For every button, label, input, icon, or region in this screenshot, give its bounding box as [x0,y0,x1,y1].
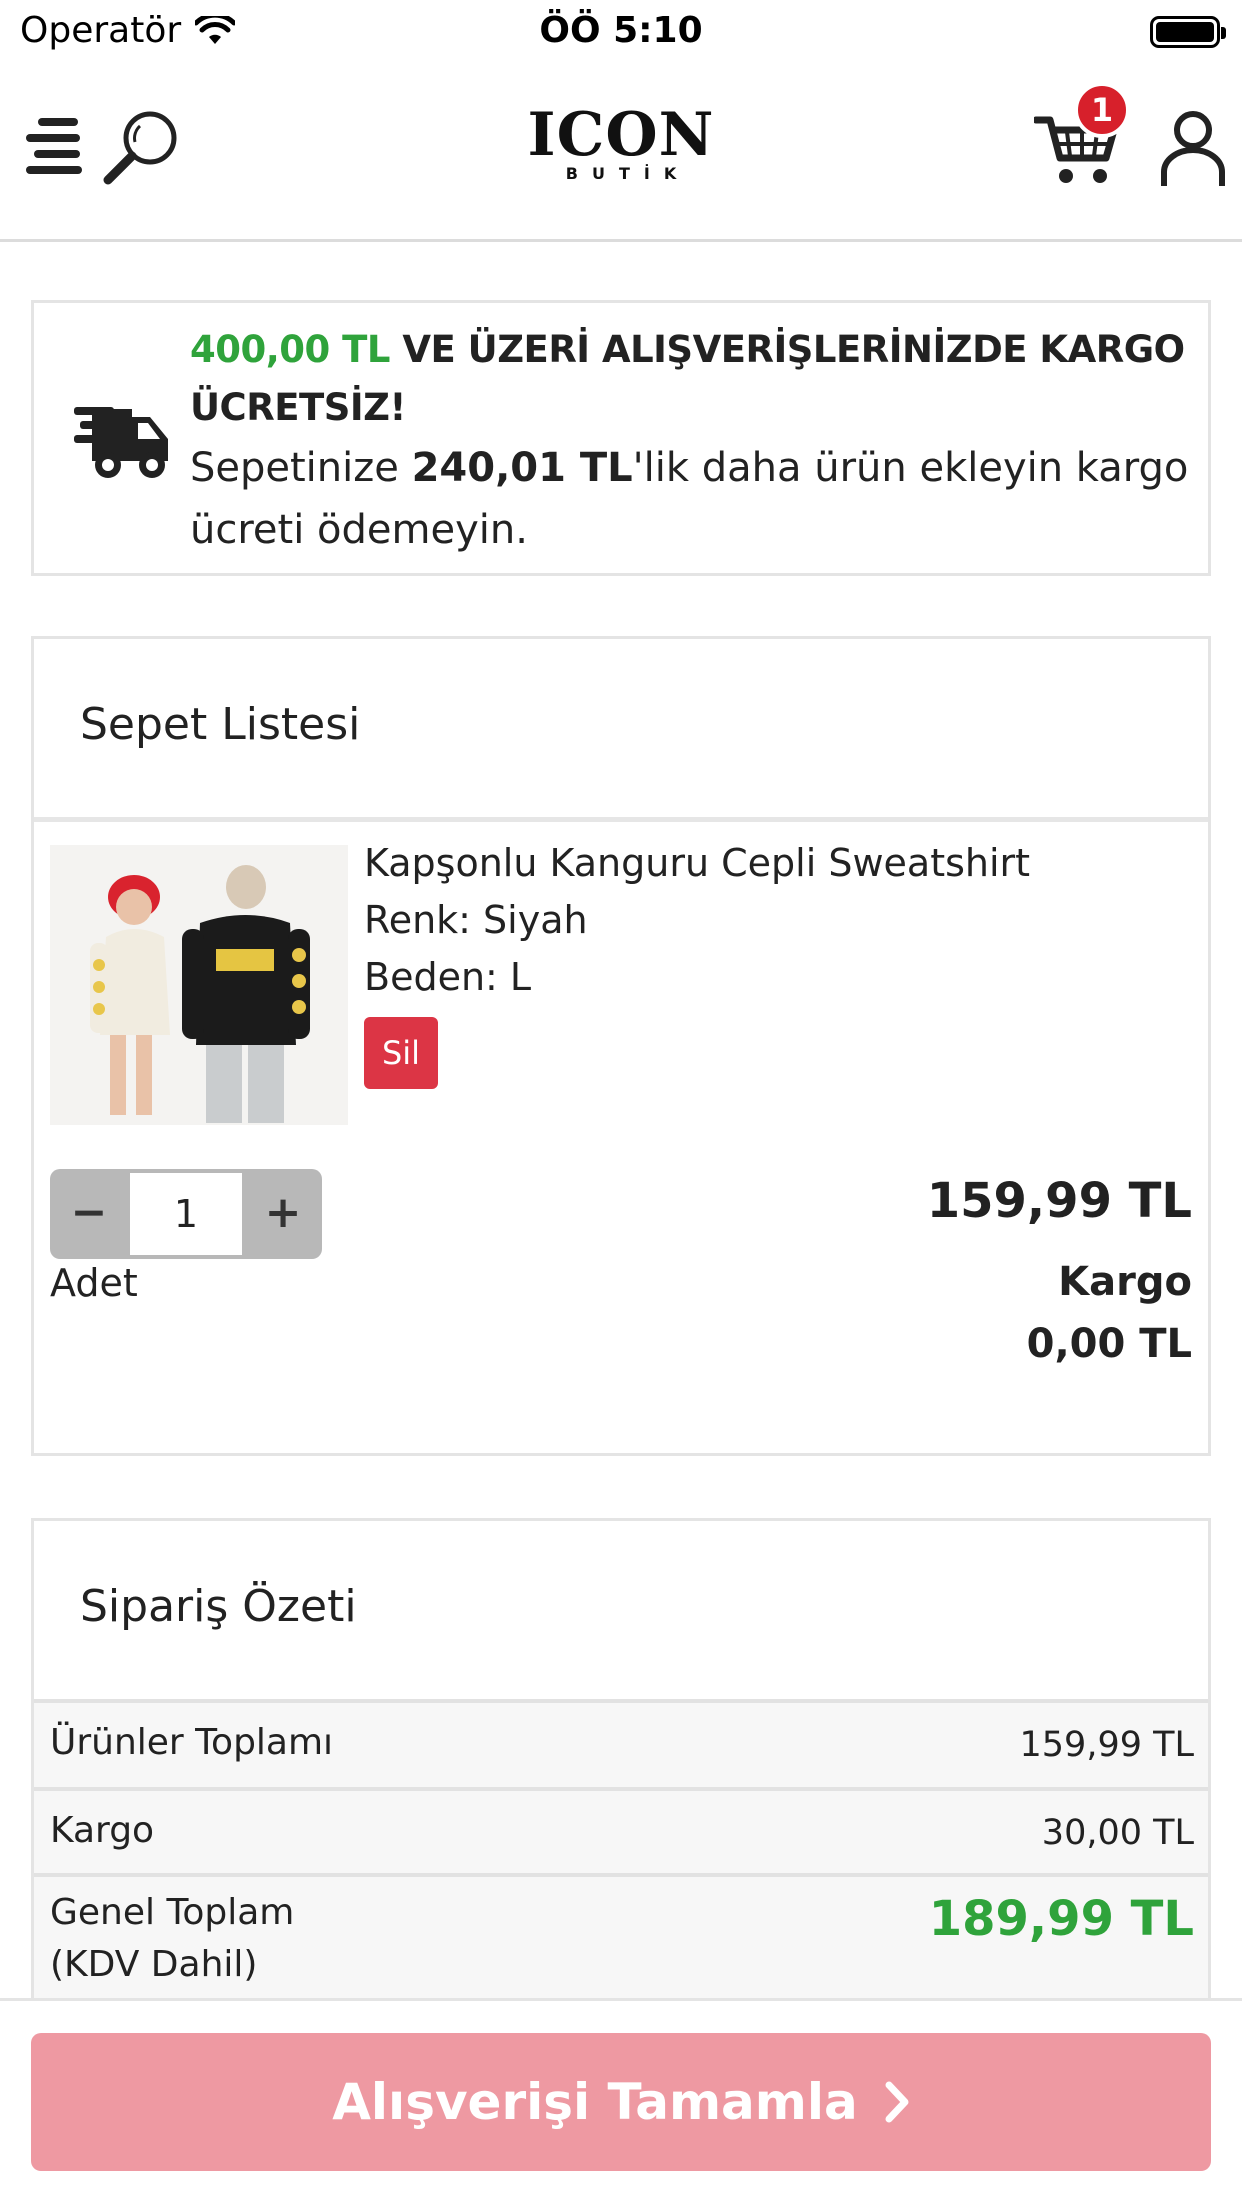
free-shipping-headline: 400,00 TL VE ÜZERİ ALIŞVERİŞLERİNİZDE KA… [190,321,1190,437]
quantity-label: Adet [50,1261,138,1305]
grand-total-label: Genel Toplam (KDV Dahil) [50,1892,295,1985]
product-info: Kapşonlu Kanguru Cepli Sweatshirt Renk: … [364,835,1030,1006]
grand-total-value: 189,99 TL [928,1891,1194,1947]
quantity-input[interactable]: 1 [130,1173,242,1255]
products-total-value: 159,99 TL [1019,1725,1194,1765]
remaining-amount: 240,01 TL [411,445,633,491]
product-color: Renk: Siyah [364,898,588,942]
order-summary-title: Sipariş Özeti [80,1581,357,1632]
cart-title-divider [34,817,1208,822]
product-price: 159,99 TL [926,1173,1192,1229]
battery-icon [1150,16,1226,48]
free-shipping-message: Sepetinize 240,01 TL'lik daha ürün ekley… [190,445,1189,553]
truck-icon [74,407,168,478]
order-summary-card: Sipariş Özeti Ürünler Toplamı 159,99 TL … [31,1518,1211,2021]
free-shipping-notice: 400,00 TL VE ÜZERİ ALIŞVERİŞLERİNİZDE KA… [31,300,1211,576]
status-bar: Operatör ÖÖ 5:10 [0,0,1242,64]
app-header: ICON BUTİK 1 [0,64,1242,242]
cart-count-badge: 1 [1074,82,1130,138]
cart-list-card: Sepet Listesi Kapşonlu Kanguru Cepli Swe… [31,636,1211,1456]
item-shipping-fee: 0,00 TL [1026,1321,1192,1367]
products-total-row: Ürünler Toplamı 159,99 TL [34,1699,1208,1787]
user-icon[interactable] [1160,108,1226,188]
quantity-increase-button[interactable]: + [244,1169,322,1259]
shipping-row: Kargo 30,00 TL [34,1787,1208,1873]
products-total-label: Ürünler Toplamı [50,1722,334,1763]
shipping-total-label: Kargo [50,1810,155,1851]
product-size: Beden: L [364,955,532,999]
checkout-bar: Alışverişi Tamamla [0,1998,1242,2208]
quantity-decrease-button[interactable]: − [50,1169,128,1259]
free-shipping-threshold: 400,00 TL [190,328,390,371]
free-shipping-text: 400,00 TL VE ÜZERİ ALIŞVERİŞLERİNİZDE KA… [190,321,1190,561]
checkout-button[interactable]: Alışverişi Tamamla [31,2033,1211,2171]
product-photo [50,845,348,1125]
status-time: ÖÖ 5:10 [539,10,703,51]
item-shipping-label: Kargo [1058,1259,1192,1305]
product-image[interactable] [50,845,348,1125]
checkout-button-label: Alışverişi Tamamla [332,2073,858,2131]
chevron-right-icon [885,2081,909,2123]
delete-button[interactable]: Sil [364,1017,438,1089]
shipping-total-value: 30,00 TL [1041,1813,1194,1853]
quantity-stepper: − 1 + [50,1169,322,1259]
product-name[interactable]: Kapşonlu Kanguru Cepli Sweatshirt [364,835,1030,892]
cart-list-title: Sepet Listesi [80,699,361,750]
